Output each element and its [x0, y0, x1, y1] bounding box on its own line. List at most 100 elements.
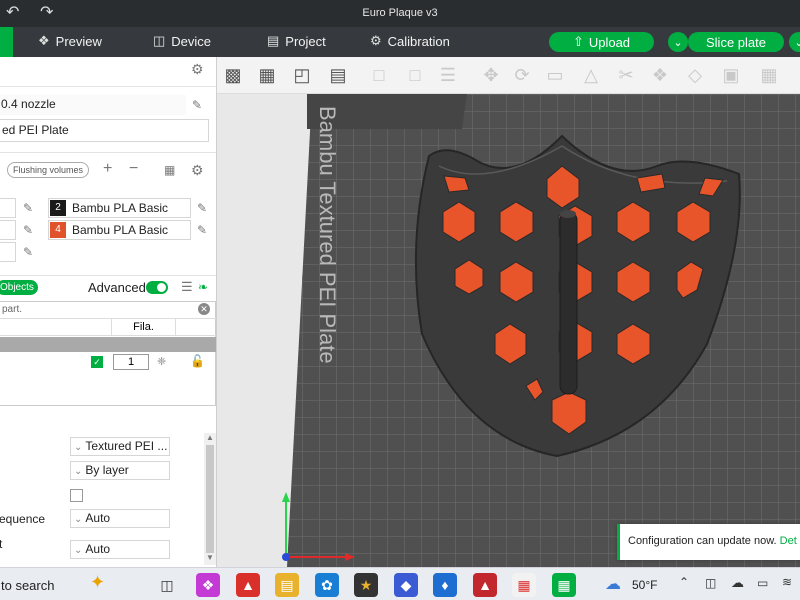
cut-icon[interactable]: ✂	[614, 63, 638, 87]
game-icon[interactable]: ★	[354, 573, 378, 597]
filament-slot-3[interactable]	[0, 220, 16, 240]
sparkle-icon[interactable]: ✦	[90, 572, 105, 593]
clear-search-icon[interactable]: ✕	[198, 303, 210, 315]
list-view-icon[interactable]: ☰	[181, 280, 193, 293]
sequence-mode-dropdown[interactable]: ⌄ By layer	[70, 461, 170, 480]
device-icon[interactable]: ◫	[705, 576, 716, 590]
chevron-down-icon: ⌄	[74, 466, 83, 477]
title-bar: ↶ ↷ Euro Plaque v3	[0, 0, 800, 27]
support-paint-icon[interactable]: ❖	[648, 63, 672, 87]
filament-slot-5[interactable]	[0, 242, 16, 262]
table-header: Fila.	[0, 318, 216, 336]
plate-type-dropdown[interactable]: ⌄ Textured PEI ...	[70, 437, 170, 456]
nozzle-select[interactable]: 0.4 nozzle	[0, 95, 186, 115]
filament-swatch: 2	[50, 200, 66, 216]
edit-icon[interactable]: ✎	[197, 202, 209, 214]
left-panel: ⚙ 0.4 nozzle ✎ ed PEI Plate Flushing vol…	[0, 57, 217, 567]
tab-device[interactable]: ◫ Device	[153, 33, 211, 49]
weather-icon[interactable]: ☁	[605, 574, 621, 594]
task-view-icon[interactable]: ◫	[155, 573, 179, 597]
edit-icon[interactable]: ✎	[23, 224, 35, 236]
advanced-toggle[interactable]	[146, 281, 168, 294]
sequence-dropdown[interactable]: ⌄ Auto	[70, 509, 170, 528]
store-icon[interactable]: ▦	[512, 573, 536, 597]
home-tab[interactable]	[0, 27, 13, 57]
rotate-icon[interactable]: ⟳	[510, 63, 534, 87]
seam-paint-icon[interactable]: ◇	[683, 63, 707, 87]
bambu-studio-icon[interactable]: ▦	[552, 573, 576, 597]
add-object-icon[interactable]: ▩	[221, 63, 245, 87]
add-filament-icon[interactable]: +	[103, 161, 115, 177]
upload-icon: ⇧	[572, 34, 584, 49]
taskbar-search[interactable]: to search	[1, 578, 54, 593]
object-filament-field[interactable]: 1	[113, 354, 149, 370]
3d-viewport[interactable]: Bambu Textured PEI Plate	[217, 94, 800, 567]
cube-icon: ❖	[38, 33, 50, 48]
edge-icon[interactable]: ✿	[315, 573, 339, 597]
table-row-selected[interactable]	[0, 337, 216, 352]
file-explorer-icon[interactable]: ▤	[275, 573, 299, 597]
edit-icon[interactable]: ✎	[197, 224, 209, 236]
support-paint-icon[interactable]: ❈	[157, 355, 166, 368]
option-dropdown[interactable]: ⌄ Auto	[70, 540, 170, 559]
sync-ams-icon[interactable]: ▦	[164, 164, 176, 176]
plate-type-select[interactable]: ed PEI Plate	[0, 119, 209, 142]
tab-preview[interactable]: ❖ Preview	[38, 33, 102, 49]
add-plate-icon[interactable]: ▦	[255, 63, 279, 87]
boolean-icon[interactable]: ▣	[719, 63, 743, 87]
arrange-all-icon[interactable]: ▤	[326, 63, 350, 87]
move-icon[interactable]: ✥	[479, 63, 503, 87]
measure-icon[interactable]: ▦	[757, 63, 781, 87]
settings-gear-icon[interactable]: ⚙	[191, 62, 204, 76]
copilot-icon[interactable]: ❖	[196, 573, 220, 597]
app-icon[interactable]: ▲	[236, 573, 260, 597]
menu-bar: ❖ Preview ◫ Device ▤ Project ⚙ Calibrati…	[0, 27, 800, 57]
app-icon[interactable]: ◆	[394, 573, 418, 597]
window-title: Euro Plaque v3	[362, 7, 438, 19]
chevron-up-icon[interactable]: ⌃	[679, 575, 689, 589]
filament-settings-gear-icon[interactable]: ⚙	[191, 163, 204, 177]
lay-on-face-icon[interactable]: △	[579, 63, 603, 87]
autodesk-icon[interactable]: ▲	[473, 573, 497, 597]
scrollbar[interactable]: ▲ ▼	[204, 433, 216, 565]
onedrive-icon[interactable]: ☁	[731, 575, 744, 591]
option-checkbox[interactable]	[70, 489, 83, 502]
scale-icon[interactable]: ▭	[543, 63, 567, 87]
chevron-down-icon: ⌄	[794, 36, 800, 49]
edit-icon[interactable]: ✎	[192, 99, 204, 111]
plate-label: Bambu Textured PEI Plate	[315, 106, 340, 364]
filament-slot-1[interactable]	[0, 198, 16, 218]
filament-slot-2[interactable]: 2 Bambu PLA Basic	[48, 198, 191, 218]
upload-button[interactable]: ⇧ Upload	[549, 32, 654, 52]
option-label: t	[0, 537, 2, 551]
auto-orient-icon[interactable]: ◰	[290, 63, 314, 87]
calibration-icon: ⚙	[370, 33, 382, 48]
flushing-volumes-button[interactable]: Flushing volumes	[7, 162, 89, 178]
table-row[interactable]: ✓ 1 ❈ 🔓	[0, 354, 216, 372]
edit-icon[interactable]: ✎	[23, 202, 35, 214]
details-link[interactable]: Det	[780, 535, 797, 547]
search-input[interactable]: part.	[2, 304, 22, 315]
filament-slot-4[interactable]: 4 Bambu PLA Basic	[48, 220, 191, 240]
weather-temp[interactable]: 50°F	[632, 578, 657, 592]
split-objects-icon[interactable]: □	[367, 63, 391, 87]
variable-layer-icon[interactable]: ☰	[436, 63, 460, 87]
arrange-icon[interactable]: ❧	[198, 281, 210, 293]
objects-tab[interactable]: Objects	[0, 280, 38, 295]
tab-project[interactable]: ▤ Project	[267, 33, 326, 49]
device-icon: ◫	[153, 33, 166, 48]
slice-dropdown-button[interactable]: ⌄	[668, 32, 688, 52]
slice-plate-button[interactable]: Slice plate	[688, 32, 784, 52]
edit-icon[interactable]: ✎	[23, 246, 35, 258]
battery-icon[interactable]: ▭	[757, 576, 768, 590]
checkbox-checked[interactable]: ✓	[91, 356, 103, 368]
unlock-icon[interactable]: 🔓	[190, 354, 205, 368]
filament-name: Bambu PLA Basic	[72, 201, 169, 215]
build-plate[interactable]: Bambu Textured PEI Plate	[217, 94, 800, 567]
wifi-icon[interactable]: ≋	[782, 575, 792, 589]
split-parts-icon[interactable]: □	[403, 63, 427, 87]
remove-filament-icon[interactable]: −	[129, 161, 141, 177]
tab-calibration[interactable]: ⚙ Calibration	[370, 33, 450, 49]
print-dropdown-button[interactable]: ⌄	[789, 32, 800, 52]
dropbox-icon[interactable]: ♦	[433, 573, 457, 597]
